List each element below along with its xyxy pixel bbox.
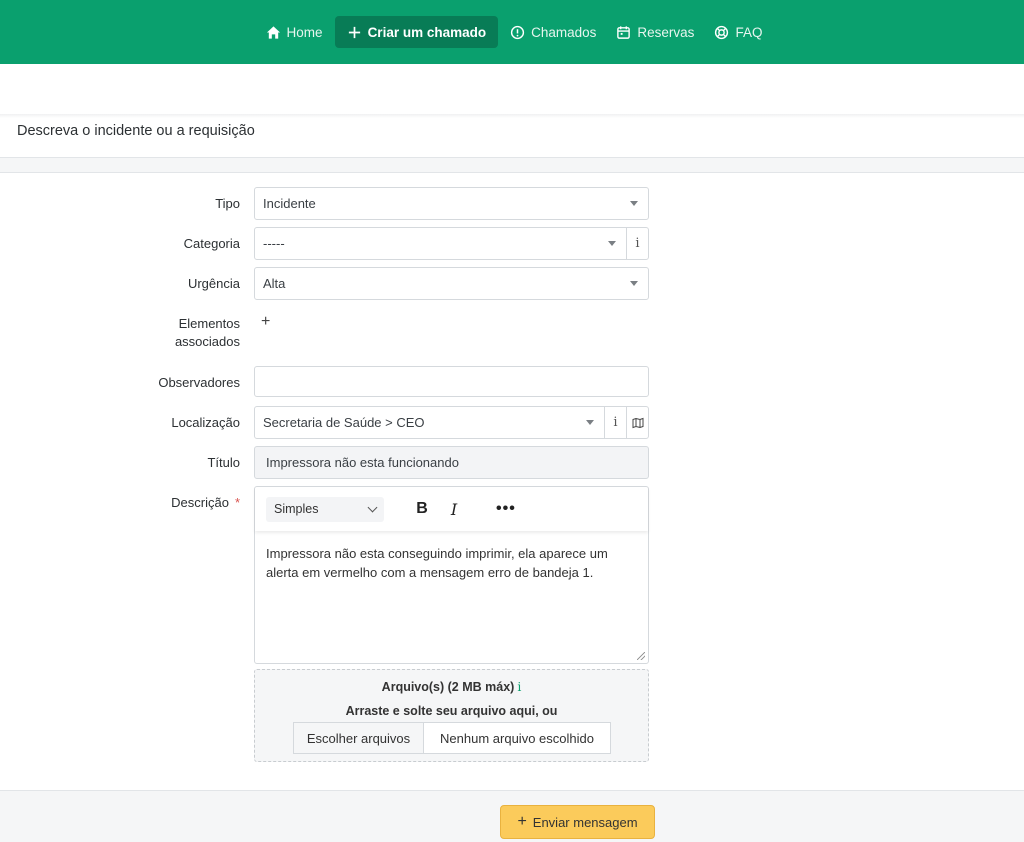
titulo-label: Título: [207, 455, 240, 470]
file-input[interactable]: Escolher arquivos Nenhum arquivo escolhi…: [293, 722, 611, 754]
titulo-input[interactable]: Impressora não esta funcionando: [254, 446, 649, 479]
required-marker: *: [234, 495, 240, 510]
nav-home[interactable]: Home: [258, 16, 331, 48]
more-options-button[interactable]: •••: [496, 500, 515, 518]
categoria-info-button[interactable]: i: [626, 228, 648, 259]
plus-icon: [347, 25, 362, 40]
chevron-down-icon: [367, 502, 378, 512]
localizacao-select[interactable]: Secretaria de Saúde > CEO i: [254, 406, 649, 439]
localizacao-label: Localização: [171, 415, 240, 430]
block-format-select[interactable]: Simples: [266, 496, 384, 522]
italic-button[interactable]: I: [448, 500, 460, 519]
tipo-value: Incidente: [263, 196, 316, 211]
info-icon[interactable]: i: [517, 679, 521, 694]
block-format-value: Simples: [274, 502, 319, 516]
observadores-label: Observadores: [158, 375, 240, 390]
descricao-label: Descrição *: [171, 494, 240, 512]
editor-content[interactable]: Impressora não esta conseguindo imprimir…: [255, 531, 648, 595]
caret-down-icon: [608, 241, 616, 246]
nav-create-ticket-label: Criar um chamado: [367, 24, 487, 40]
categoria-label: Categoria: [183, 236, 240, 251]
categoria-value: -----: [263, 236, 285, 251]
nav-tickets-label: Chamados: [531, 24, 597, 40]
home-icon: [266, 25, 281, 40]
map-icon[interactable]: [626, 407, 648, 438]
elementos-label: Elementos associados: [175, 315, 240, 351]
nav-create-ticket[interactable]: Criar um chamado: [334, 16, 499, 48]
editor-toolbar: Simples B I •••: [255, 487, 648, 531]
titulo-value: Impressora não esta funcionando: [266, 455, 459, 470]
bold-button[interactable]: B: [416, 500, 428, 518]
resize-handle-icon[interactable]: [637, 652, 645, 660]
nav-tickets[interactable]: Chamados: [502, 16, 604, 48]
localizacao-value: Secretaria de Saúde > CEO: [263, 415, 425, 430]
urgencia-select[interactable]: Alta: [254, 267, 649, 300]
caret-down-icon: [630, 201, 638, 206]
form-header: Descreva o incidente ou a requisição: [17, 123, 255, 139]
tipo-select[interactable]: Incidente: [254, 187, 649, 220]
descricao-label-text: Descrição: [171, 495, 229, 510]
urgencia-label: Urgência: [187, 276, 240, 291]
choose-files-button[interactable]: Escolher arquivos: [294, 723, 424, 753]
plus-icon: +: [517, 813, 527, 830]
file-status: Nenhum arquivo escolhido: [440, 730, 594, 746]
nav-reservations[interactable]: Reservas: [608, 16, 702, 48]
elementos-label-line1: Elementos: [178, 316, 240, 331]
files-title-text: Arquivo(s) (2 MB máx): [381, 680, 515, 694]
caret-down-icon: [630, 281, 638, 286]
observadores-input[interactable]: [254, 366, 649, 397]
categoria-select[interactable]: ----- i: [254, 227, 649, 260]
submit-button[interactable]: + Enviar mensagem: [500, 805, 655, 839]
top-navbar: Home Criar um chamado Chamados Reservas …: [0, 0, 1024, 64]
dropzone-hint: Arraste e solte seu arquivo aqui, ou: [345, 704, 558, 718]
tipo-label: Tipo: [215, 196, 240, 211]
localizacao-info-button[interactable]: i: [604, 407, 626, 438]
file-dropzone[interactable]: Arquivo(s) (2 MB máx) i Arraste e solte s…: [254, 669, 649, 762]
submit-label: Enviar mensagem: [532, 814, 638, 830]
files-title: Arquivo(s) (2 MB máx) i: [255, 679, 648, 694]
lifebuoy-icon: [714, 25, 729, 40]
add-associated-item-button[interactable]: +: [261, 313, 270, 331]
nav-home-label: Home: [286, 24, 323, 40]
nav-faq[interactable]: FAQ: [706, 16, 770, 48]
calendar-icon: [616, 25, 631, 40]
alert-circle-icon: [510, 25, 525, 40]
description-editor[interactable]: Simples B I ••• Impressora não esta cons…: [254, 486, 649, 664]
nav-faq-label: FAQ: [735, 24, 763, 40]
elementos-label-line2: associados: [174, 334, 240, 349]
caret-down-icon: [586, 420, 594, 425]
urgencia-value: Alta: [263, 276, 286, 291]
nav-reservations-label: Reservas: [637, 24, 695, 40]
section-divider: [0, 157, 1024, 173]
